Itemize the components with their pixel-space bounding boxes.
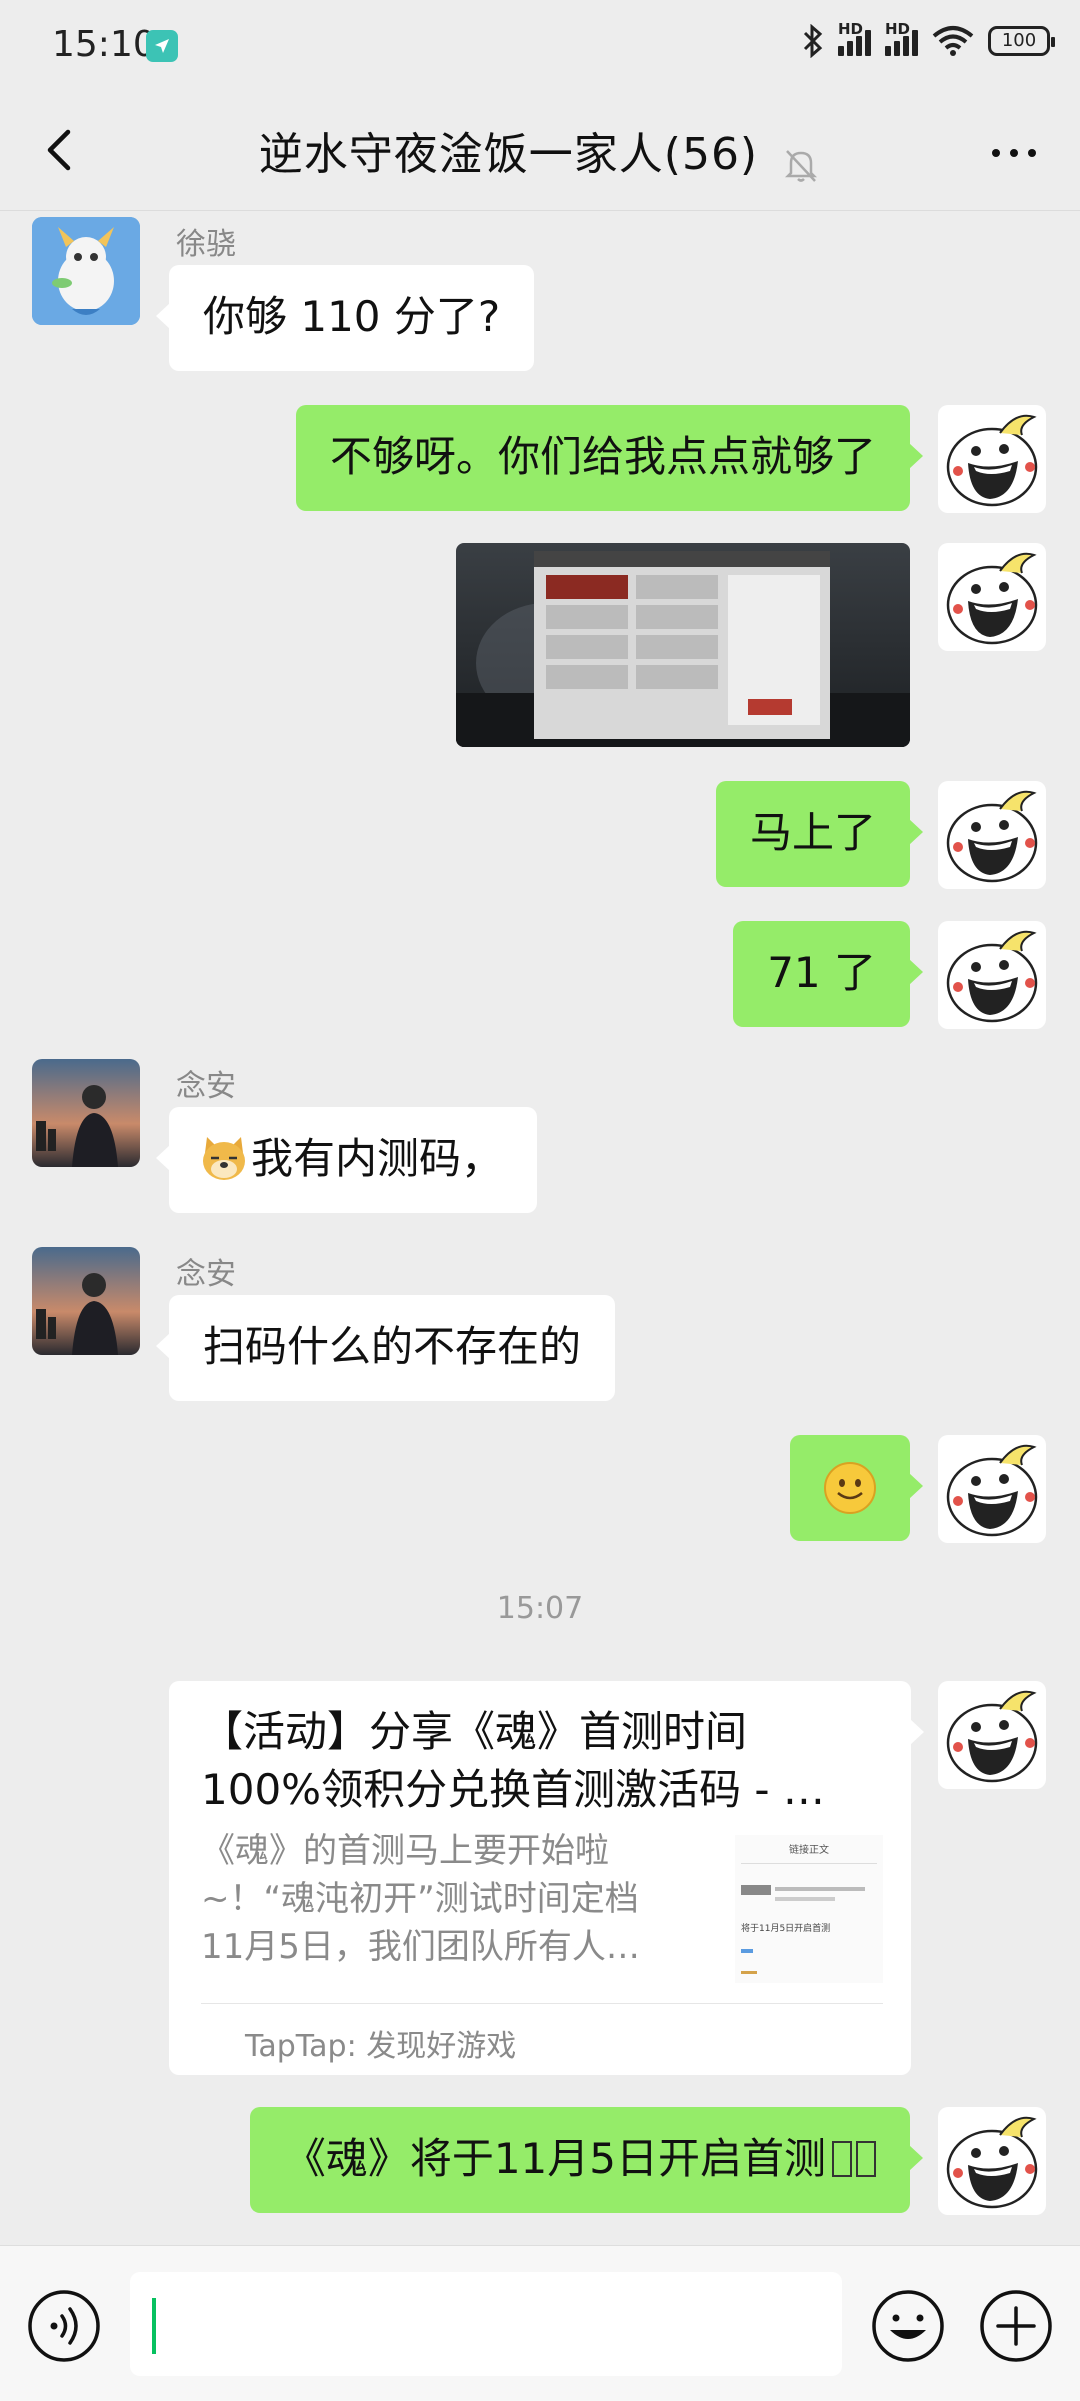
location-icon [146, 30, 178, 62]
link-card-source: TapTap: 发现好游戏 [245, 2029, 517, 2064]
link-card-title: 【活动】分享《魂》首测时间 100%领积分兑换首测激活码 - … [201, 1707, 825, 1814]
avatar-self[interactable] [938, 2107, 1046, 2215]
wifi-icon [932, 26, 974, 56]
game-screenshot-image[interactable] [456, 543, 910, 747]
signal-icon: HD [838, 20, 871, 56]
message-bubble[interactable]: 71 了 [733, 921, 923, 1027]
message-row: 念安 扫码什么的不存在的 [0, 1247, 1080, 1417]
link-card-description: 《魂》的首测马上要开始啦 ~！“魂沌初开”测试时间定档 11月5日，我们团队所有… [201, 1831, 640, 1967]
missing-glyph-icon [856, 2141, 876, 2177]
message-bubble[interactable]: 你够 110 分了? [155, 265, 535, 371]
avatar-self[interactable] [938, 921, 1046, 1029]
message-timestamp: 15:07 [496, 1591, 584, 1626]
chat-message-list[interactable]: 徐骁 你够 110 分了? 不够呀。你们给我点点就够了 马上了 71 了 念安 … [0, 211, 1080, 2245]
message-row [0, 1435, 1080, 1543]
voice-input-icon[interactable] [26, 2288, 102, 2364]
avatar-self[interactable] [938, 1681, 1046, 1789]
add-more-icon[interactable] [978, 2288, 1054, 2364]
emoji-icon[interactable] [870, 2288, 946, 2364]
signal-icon-2: HD [885, 20, 918, 56]
message-text: 我有内测码， [251, 1134, 504, 1183]
message-row: 【活动】分享《魂》首测时间 100%领积分兑换首测激活码 - … 《魂》的首测马… [0, 1681, 1080, 2077]
message-row: 71 了 [0, 921, 1080, 1029]
chat-title[interactable]: 逆水守夜淦饭一家人(56) [259, 129, 758, 180]
avatar-self[interactable] [938, 405, 1046, 513]
avatar-self[interactable] [938, 543, 1046, 651]
avatar-self[interactable] [938, 781, 1046, 889]
status-bar: 15:10 HD HD 100 [0, 0, 1080, 96]
more-options-icon[interactable] [984, 128, 1044, 178]
message-bubble[interactable] [790, 1435, 923, 1541]
message-row: 徐骁 你够 110 分了? [0, 211, 1080, 371]
doge-emoji-icon [203, 1137, 245, 1180]
link-card[interactable]: 【活动】分享《魂》首测时间 100%领积分兑换首测激活码 - … 《魂》的首测马… [169, 1681, 924, 2075]
link-card-thumbnail: 链接正文 将于11月5日开启首测 [735, 1835, 883, 1983]
chat-header: 逆水守夜淦饭一家人(56) [0, 96, 1080, 211]
status-time: 15:10 [52, 24, 156, 65]
avatar-nianan[interactable] [32, 1247, 140, 1355]
message-input[interactable] [130, 2272, 842, 2376]
input-bar [0, 2245, 1080, 2401]
sender-name: 徐骁 [176, 227, 236, 262]
battery-icon: 100 [988, 26, 1055, 56]
bluetooth-icon [803, 24, 823, 58]
missing-glyph-icon [832, 2141, 852, 2177]
message-row: 不够呀。你们给我点点就够了 [0, 405, 1080, 513]
message-bubble[interactable]: 不够呀。你们给我点点就够了 [295, 405, 924, 511]
message-bubble[interactable]: 马上了 [715, 781, 924, 887]
sender-name: 念安 [176, 1069, 236, 1104]
message-bubble[interactable]: 我有内测码， [155, 1107, 538, 1213]
message-row: 念安 我有内测码， [0, 1059, 1080, 1229]
avatar-nianan[interactable] [32, 1059, 140, 1167]
message-row: 马上了 [0, 781, 1080, 889]
mute-bell-icon [785, 149, 818, 182]
message-text: 《魂》将于11月5日开启首测 [283, 2134, 826, 2183]
message-row [0, 543, 1080, 749]
sender-name: 念安 [176, 1257, 236, 1292]
link-card-divider [201, 2003, 883, 2004]
message-row: 《魂》将于11月5日开启首测 [0, 2107, 1080, 2215]
text-cursor [152, 2298, 156, 2354]
message-bubble[interactable]: 《魂》将于11月5日开启首测 [249, 2107, 924, 2213]
avatar-xuxiao[interactable] [32, 217, 140, 325]
message-bubble[interactable]: 扫码什么的不存在的 [155, 1295, 616, 1401]
smile-emoji-icon [824, 1462, 876, 1514]
avatar-self[interactable] [938, 1435, 1046, 1543]
